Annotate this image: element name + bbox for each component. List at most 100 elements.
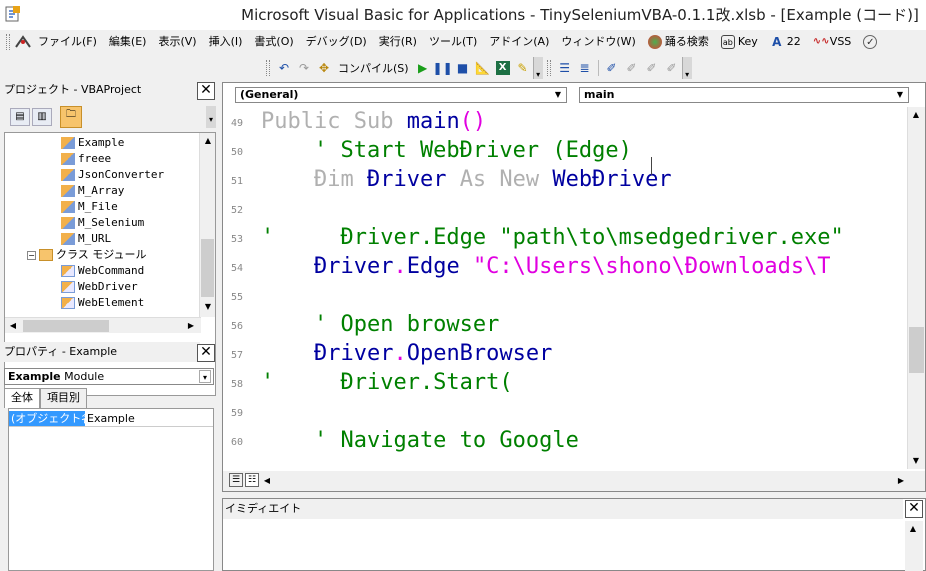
scrollbar-thumb[interactable] xyxy=(201,239,214,297)
chevron-down-icon[interactable]: ▼ xyxy=(552,89,564,101)
tree-item-class[interactable]: WebElement xyxy=(61,295,144,311)
code-vertical-scrollbar[interactable]: ▲ ▼ xyxy=(907,107,925,469)
immediate-input[interactable] xyxy=(225,521,903,569)
font-size-button[interactable]: A 22 xyxy=(764,32,807,52)
project-toolbar-overflow[interactable]: ▾ xyxy=(206,106,216,128)
scroll-down-icon[interactable]: ▼ xyxy=(200,299,215,315)
module-icon xyxy=(61,201,75,213)
tree-item-module[interactable]: M_Array xyxy=(61,183,124,199)
scroll-up-icon[interactable]: ▲ xyxy=(908,107,924,123)
module-icon xyxy=(61,233,75,245)
menu-edit[interactable]: 編集(E) xyxy=(103,32,153,52)
code-token: "C:\Users\shono\Đownloads\T xyxy=(472,254,831,279)
toolbar-grip[interactable] xyxy=(266,60,270,76)
collapse-icon[interactable]: − xyxy=(27,250,36,260)
module-icon xyxy=(61,153,75,165)
chevron-down-icon[interactable]: ▼ xyxy=(894,89,906,101)
scrollbar-thumb[interactable] xyxy=(909,327,924,373)
run-icon[interactable]: ▶ xyxy=(413,58,433,78)
project-tree-horizontal-scrollbar[interactable]: ◀ ▶ xyxy=(5,317,201,333)
chevron-down-icon[interactable]: ▾ xyxy=(199,370,211,383)
outdent-icon[interactable]: ≣ xyxy=(575,58,595,78)
code-line[interactable]: Public Sub main() xyxy=(261,109,486,134)
scroll-left-icon[interactable]: ◀ xyxy=(259,473,275,489)
compile-button[interactable]: コンパイル(S) xyxy=(334,60,413,76)
scroll-down-icon[interactable]: ▼ xyxy=(908,453,924,469)
design-mode-icon[interactable]: 📐 xyxy=(473,58,493,78)
menu-insert[interactable]: 挿入(I) xyxy=(203,32,249,52)
excel-icon[interactable]: X xyxy=(493,58,513,78)
key-button[interactable]: ab Key xyxy=(715,32,764,52)
code-line[interactable]: ' Start WebĐriver (Edge) xyxy=(261,138,632,163)
close-icon[interactable]: ✕ xyxy=(197,82,215,100)
menu-tools[interactable]: ツール(T) xyxy=(423,32,483,52)
scrollbar-thumb[interactable] xyxy=(23,320,109,332)
toggle-folders-icon[interactable]: 🗀 xyxy=(60,106,82,128)
scroll-up-icon[interactable]: ▲ xyxy=(905,521,921,537)
tree-item-module[interactable]: M_URL xyxy=(61,231,111,247)
view-code-icon[interactable]: ▤ xyxy=(10,108,30,126)
undo-icon[interactable]: ↶ xyxy=(274,58,294,78)
edit-toolbar-grip[interactable] xyxy=(546,60,551,76)
code-line[interactable]: Đim Đriver As New WebĐriver xyxy=(261,167,672,192)
tree-item-module[interactable]: M_Selenium xyxy=(61,215,144,231)
vss-button[interactable]: ∿∿ VSS xyxy=(807,32,858,52)
object-select[interactable]: Example Module ▾ xyxy=(4,368,214,385)
code-line[interactable]: ' Đriver.Edge "path\to\msedgedriver.exe" xyxy=(261,225,844,250)
menu-addins[interactable]: アドイン(A) xyxy=(483,32,555,52)
menubar-grip[interactable] xyxy=(6,34,10,50)
close-icon[interactable]: ✕ xyxy=(197,344,215,362)
procedure-combo[interactable]: main ▼ xyxy=(579,87,909,103)
menu-view[interactable]: 表示(V) xyxy=(152,32,202,52)
procedure-view-icon[interactable]: ☰ xyxy=(229,473,243,487)
immediate-vertical-scrollbar[interactable]: ▲ xyxy=(905,521,923,571)
code-editor[interactable]: 49 50 51 52 53 54 55 56 57 58 59 60 Public Sub main… xyxy=(223,107,903,469)
scroll-right-icon[interactable]: ▶ xyxy=(893,473,909,489)
tree-item-module[interactable]: freee xyxy=(61,151,111,167)
edit-toolbar-overflow-button[interactable]: ▾ xyxy=(681,57,692,79)
menu-format[interactable]: 書式(O) xyxy=(248,32,299,52)
scroll-left-icon[interactable]: ◀ xyxy=(5,318,21,334)
toolbar-overflow-button[interactable]: ▾ xyxy=(532,57,543,79)
tree-item-module[interactable]: Example xyxy=(61,135,124,151)
code-line[interactable]: Đriver.Edge "C:\Users\shono\Đownloads\T xyxy=(261,254,831,279)
close-icon[interactable]: ✕ xyxy=(905,500,923,518)
redo-icon[interactable]: ↷ xyxy=(294,58,314,78)
clear-bookmarks-icon[interactable]: ✐ xyxy=(662,58,682,78)
tree-item-class[interactable]: WebCommand xyxy=(61,263,144,279)
code-line[interactable]: Đriver.OpenBrowser xyxy=(261,341,552,366)
property-row[interactable]: (オブジェクト名) Example xyxy=(9,411,213,427)
code-line[interactable]: ' Open browser xyxy=(261,312,499,337)
break-icon[interactable]: ❚❚ xyxy=(433,58,453,78)
code-line[interactable]: ' Đriver.Start( xyxy=(261,370,513,395)
object-combo[interactable]: (General) ▼ xyxy=(235,87,567,103)
scroll-right-icon[interactable]: ▶ xyxy=(183,318,199,334)
bookmark-icon[interactable]: ✐ xyxy=(622,58,642,78)
code-line[interactable]: ' Navigate to Google xyxy=(261,428,579,453)
menu-file[interactable]: ファイル(F) xyxy=(32,32,103,52)
indent-icon[interactable]: ☰ xyxy=(555,58,575,78)
menu-window[interactable]: ウィンドウ(W) xyxy=(555,32,641,52)
check-button[interactable]: ✓ xyxy=(857,32,883,52)
tree-item-class[interactable]: WebDriver xyxy=(61,279,138,295)
property-value[interactable]: Example xyxy=(85,411,213,426)
compile-icon[interactable]: ✥ xyxy=(314,58,334,78)
menu-run[interactable]: 実行(R) xyxy=(373,32,423,52)
vba-menu-icon[interactable] xyxy=(14,34,32,50)
toggle-breakpoint-icon[interactable]: ✐ xyxy=(602,58,622,78)
tab-categorized[interactable]: 項目別 xyxy=(40,388,87,408)
full-module-view-icon[interactable]: ☷ xyxy=(245,473,259,487)
reset-icon[interactable]: ■ xyxy=(453,58,473,78)
tree-folder-class-modules[interactable]: − クラス モジュール xyxy=(27,247,147,263)
tree-item-module[interactable]: M_File xyxy=(61,199,118,215)
tree-item-module[interactable]: JsonConverter xyxy=(61,167,164,183)
odoru-search-button[interactable]: 踊る検索 xyxy=(642,32,715,52)
menu-debug[interactable]: デバッグ(D) xyxy=(300,32,373,52)
code-horizontal-scrollbar[interactable]: ◀ ▶ xyxy=(264,473,909,489)
project-tree-vertical-scrollbar[interactable]: ▲ ▼ xyxy=(199,133,215,317)
tab-alphabetic[interactable]: 全体 xyxy=(4,388,40,408)
view-object-icon[interactable]: ▥ xyxy=(32,108,52,126)
scroll-up-icon[interactable]: ▲ xyxy=(200,133,215,149)
next-bookmark-icon[interactable]: ✐ xyxy=(642,58,662,78)
tools-icon[interactable]: ✎ xyxy=(513,58,533,78)
